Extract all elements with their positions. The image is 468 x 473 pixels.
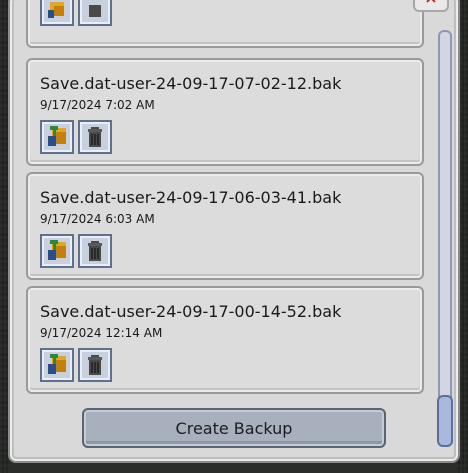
backup-card-partial	[26, 0, 424, 48]
backup-filename: Save.dat-user-24-09-17-00-14-52.bak	[40, 302, 342, 321]
scrollbar-thumb[interactable]	[437, 395, 453, 447]
restore-icon	[48, 240, 66, 260]
delete-button[interactable]	[78, 348, 112, 382]
backup-card: Save.dat-user-24-09-17-06-03-41.bak 9/17…	[26, 172, 424, 280]
backup-filename: Save.dat-user-24-09-17-07-02-12.bak	[40, 74, 342, 93]
backup-date: 9/17/2024 6:03 AM	[40, 212, 155, 226]
backup-date: 9/17/2024 12:14 AM	[40, 326, 163, 340]
trash-icon	[88, 355, 102, 375]
trash-icon	[88, 241, 102, 261]
delete-button-partial[interactable]	[78, 0, 112, 26]
backup-panel: Save.dat-user-24-09-17-07-02-12.bak 9/17…	[8, 0, 460, 463]
restore-icon	[48, 126, 66, 146]
delete-button[interactable]	[78, 234, 112, 268]
backup-card: Save.dat-user-24-09-17-00-14-52.bak 9/17…	[26, 286, 424, 394]
restore-button[interactable]	[40, 234, 74, 268]
close-button[interactable]: ×	[413, 0, 449, 12]
backup-card: Save.dat-user-24-09-17-07-02-12.bak 9/17…	[26, 58, 424, 166]
restore-icon	[48, 354, 66, 374]
restore-button[interactable]	[40, 120, 74, 154]
create-backup-button[interactable]: Create Backup	[82, 408, 386, 448]
restore-button-partial[interactable]	[40, 0, 74, 26]
backup-date: 9/17/2024 7:02 AM	[40, 98, 155, 112]
trash-icon	[89, 5, 101, 17]
delete-button[interactable]	[78, 120, 112, 154]
trash-icon	[88, 127, 102, 147]
scrollbar-track[interactable]	[438, 30, 452, 447]
restore-icon	[48, 2, 64, 18]
restore-button[interactable]	[40, 348, 74, 382]
backup-filename: Save.dat-user-24-09-17-06-03-41.bak	[40, 188, 342, 207]
